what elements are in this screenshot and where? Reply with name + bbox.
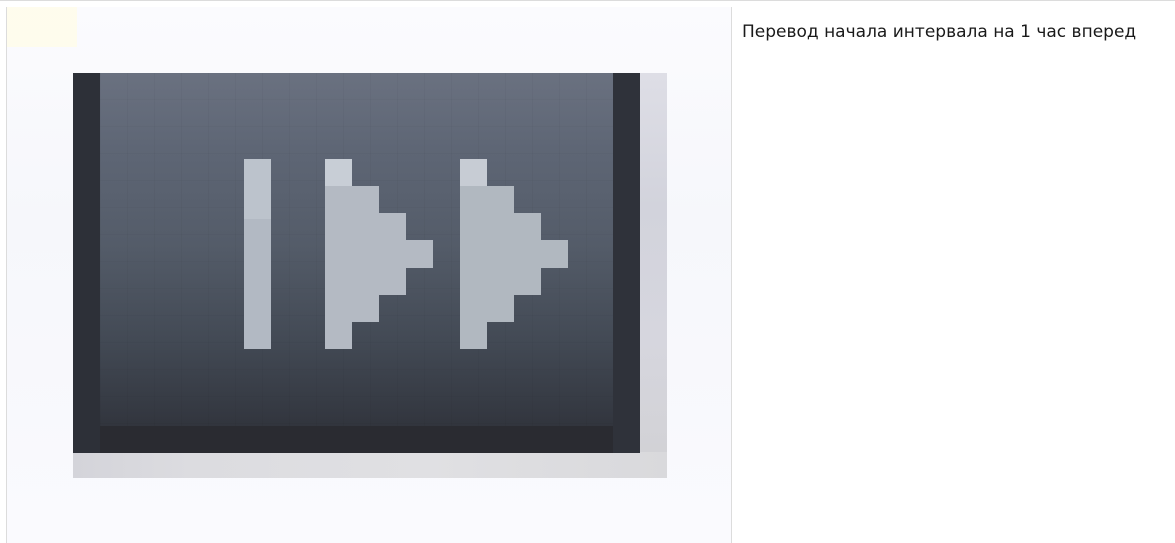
icon-shadow-right: [640, 73, 667, 453]
icon-image-cell: [6, 7, 732, 543]
description-cell: Перевод начала интервала на 1 час вперед: [732, 7, 1175, 543]
skip-forward-button: [73, 73, 640, 453]
icon-shadow-bottom: [73, 452, 667, 478]
documentation-table: Перевод начала интервала на 1 час вперед: [0, 0, 1175, 543]
description-text: Перевод начала интервала на 1 час вперед: [742, 22, 1137, 42]
forward-triangle-1: [325, 159, 433, 349]
forward-triangle-2: [460, 159, 568, 349]
skip-forward-icon: [244, 159, 568, 349]
